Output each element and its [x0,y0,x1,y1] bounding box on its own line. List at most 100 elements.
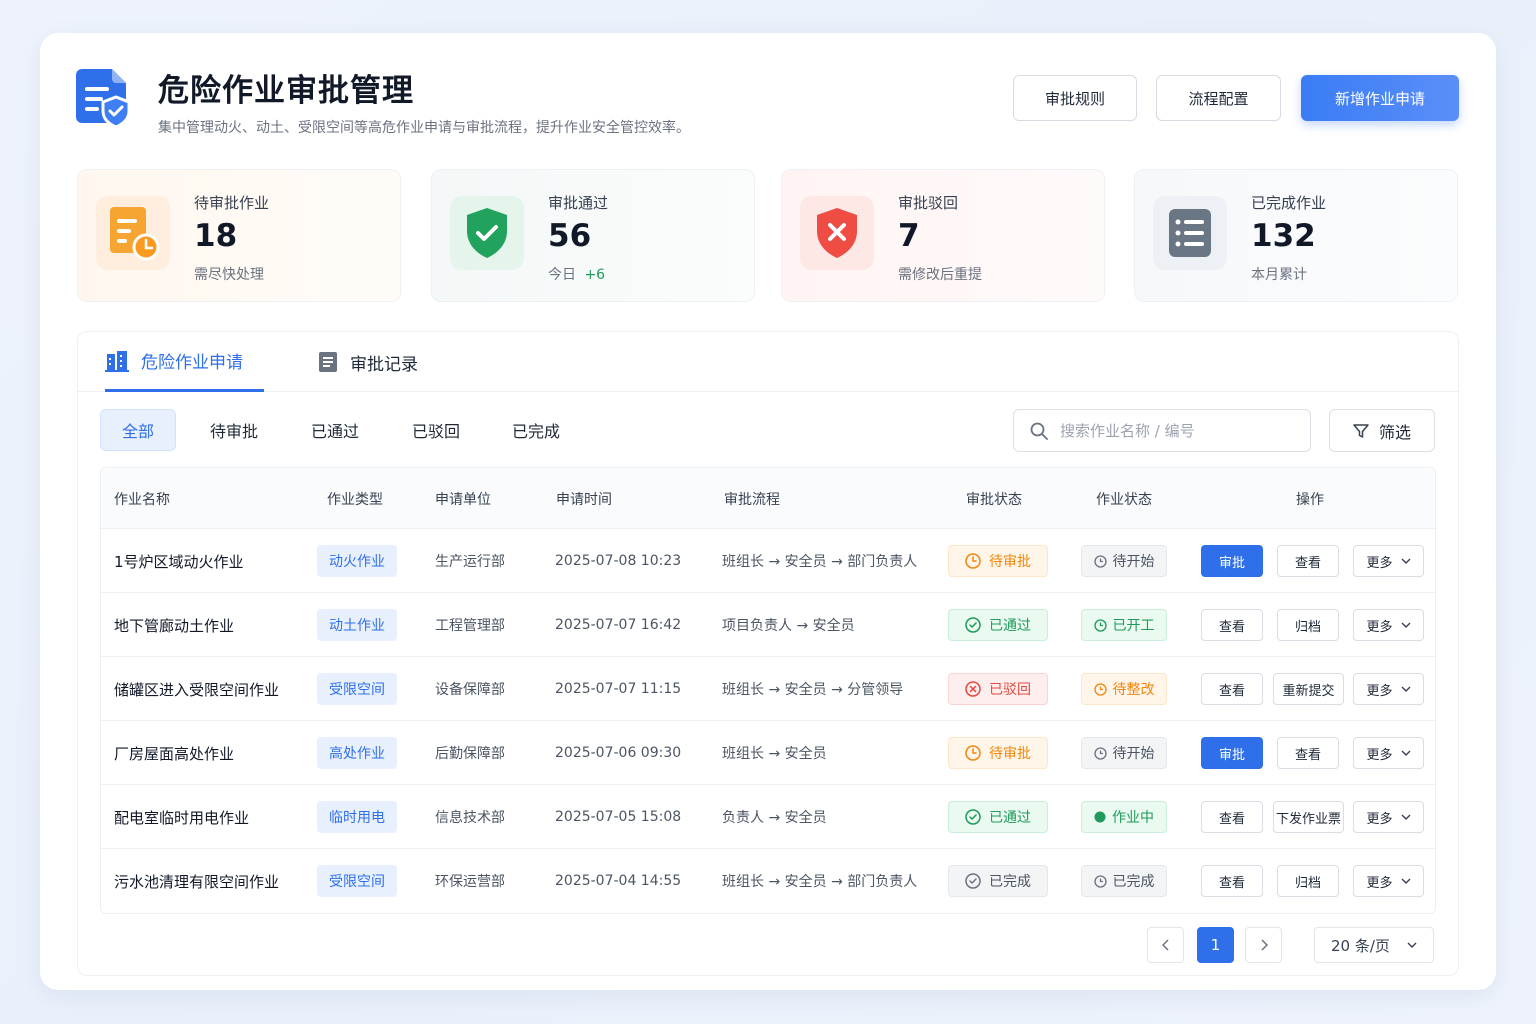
work-status: 已开工 [1081,609,1167,641]
type-tag: 受限空间 [317,673,397,705]
filter-completed[interactable]: 已完成 [495,409,577,451]
table-row[interactable]: 厂房屋面高处作业 高处作业 后勤保障部 2025-07-06 09:30 班组长… [101,721,1435,785]
more-button[interactable]: 更多 [1353,673,1424,705]
more-button[interactable]: 更多 [1353,737,1424,769]
stat-card-pending[interactable]: 待审批作业 18 需尽快处理 [77,169,401,302]
chevron-down-icon [1401,622,1410,628]
stat-value: 132 [1251,218,1316,254]
row-unit: 生产运行部 [435,554,505,570]
approval-status: 已完成 [948,865,1048,897]
table-row[interactable]: 储罐区进入受限空间作业 受限空间 设备保障部 2025-07-07 11:15 … [101,657,1435,721]
next-page-button[interactable] [1245,927,1282,963]
view-button[interactable]: 查看 [1201,801,1263,833]
search-icon [1030,422,1048,440]
filter-pending[interactable]: 待审批 [193,409,275,451]
stat-card-rejected[interactable]: 审批驳回 7 需修改后重提 [781,169,1105,302]
type-tag: 受限空间 [317,865,397,897]
table-header: 作业名称 作业类型 申请单位 申请时间 审批流程 审批状态 作业状态 操作 [101,468,1435,529]
chevron-down-icon [1401,750,1410,756]
view-button[interactable]: 查看 [1277,737,1339,769]
col-name: 作业名称 [114,491,170,508]
row-time: 2025-07-04 14:55 [555,873,682,889]
approval-rules-button[interactable]: 审批规则 [1013,75,1137,121]
more-button[interactable]: 更多 [1353,865,1424,897]
stat-card-completed[interactable]: 已完成作业 132 本月累计 [1134,169,1458,302]
filter-approved[interactable]: 已通过 [294,409,376,451]
more-button[interactable]: 更多 [1353,545,1424,577]
archive-button[interactable]: 归档 [1277,865,1339,897]
list-icon [1153,196,1227,270]
row-name: 配电室临时用电作业 [114,808,250,827]
more-button[interactable]: 更多 [1353,609,1424,641]
search-input[interactable] [1060,421,1290,440]
more-button[interactable]: 更多 [1353,801,1424,833]
row-unit: 工程管理部 [435,618,505,634]
row-time: 2025-07-05 15:08 [555,809,682,825]
check-circle-icon [965,809,981,825]
approve-button[interactable]: 审批 [1201,545,1263,577]
type-tag: 动火作业 [317,545,397,577]
clock-icon [965,745,981,761]
clock-icon [1093,746,1107,760]
row-name: 污水池清理有限空间作业 [114,872,280,891]
building-icon [105,350,129,372]
page-button-current[interactable]: 1 [1197,927,1234,963]
row-flow: 项目负责人 → 安全员 [722,618,855,634]
page-size-select[interactable]: 20 条/页 [1314,927,1434,963]
funnel-icon [1353,423,1369,438]
issue-permit-button[interactable]: 下发作业票 [1273,801,1344,833]
row-flow: 班组长 → 安全员 → 部门负责人 [722,554,918,570]
col-type: 作业类型 [327,491,383,508]
clock-icon [1093,618,1107,632]
check-circle-icon [965,617,981,633]
filter-rejected[interactable]: 已驳回 [395,409,477,451]
view-button[interactable]: 查看 [1277,545,1339,577]
application-table: 作业名称 作业类型 申请单位 申请时间 审批流程 审批状态 作业状态 操作 1号… [100,467,1436,914]
work-status: 待开始 [1081,545,1167,577]
type-tag: 高处作业 [317,737,397,769]
view-button[interactable]: 查看 [1201,865,1263,897]
stat-card-approved[interactable]: 审批通过 56 今日 +6 [431,169,755,302]
stat-note: 今日 +6 [548,267,606,283]
row-unit: 环保运营部 [435,874,505,890]
work-status: 待整改 [1081,673,1167,705]
row-flow: 班组长 → 安全员 → 分管领导 [722,682,904,698]
main-card: 危险作业审批管理 集中管理动火、动土、受限空间等高危作业申请与审批流程，提升作业… [40,33,1496,990]
page-subtitle: 集中管理动火、动土、受限空间等高危作业申请与审批流程，提升作业安全管控效率。 [158,120,690,136]
chevron-down-icon [1401,814,1410,820]
clock-icon [1093,554,1107,568]
filter-button[interactable]: 筛选 [1329,409,1435,452]
col-work: 作业状态 [1096,491,1152,508]
new-application-button[interactable]: 新增作业申请 [1301,75,1459,121]
archive-button[interactable]: 归档 [1277,609,1339,641]
stat-value: 7 [898,218,920,254]
tab-applications[interactable]: 危险作业申请 [105,332,264,392]
flow-config-button[interactable]: 流程配置 [1156,75,1281,121]
shield-check-icon [450,196,524,270]
view-button[interactable]: 查看 [1201,673,1263,705]
approval-status: 已驳回 [948,673,1048,705]
approve-button[interactable]: 审批 [1201,737,1263,769]
stat-note: 需修改后重提 [898,267,982,283]
chevron-right-icon [1260,939,1268,951]
type-tag: 动土作业 [317,609,397,641]
stat-value: 18 [194,218,238,254]
search-box[interactable] [1013,409,1311,452]
filter-all[interactable]: 全部 [100,409,176,451]
page-title: 危险作业审批管理 [158,73,414,109]
row-unit: 信息技术部 [435,810,505,826]
dot-icon [1094,811,1106,823]
view-button[interactable]: 查看 [1201,609,1263,641]
row-name: 储罐区进入受限空间作业 [114,680,280,699]
resubmit-button[interactable]: 重新提交 [1273,673,1344,705]
tab-records[interactable]: 审批记录 [318,332,418,392]
table-row[interactable]: 污水池清理有限空间作业 受限空间 环保运营部 2025-07-04 14:55 … [101,849,1435,913]
application-panel: 危险作业申请 审批记录 全部 待审批 已通过 已驳回 已完成 筛选 作业名称 作… [77,331,1459,976]
table-row[interactable]: 1号炉区域动火作业 动火作业 生产运行部 2025-07-08 10:23 班组… [101,529,1435,593]
type-tag: 临时用电 [317,801,397,833]
document-shield-icon [76,67,134,129]
table-row[interactable]: 配电室临时用电作业 临时用电 信息技术部 2025-07-05 15:08 负责… [101,785,1435,849]
prev-page-button[interactable] [1147,927,1184,963]
col-unit: 申请单位 [435,491,491,508]
table-row[interactable]: 地下管廊动土作业 动土作业 工程管理部 2025-07-07 16:42 项目负… [101,593,1435,657]
